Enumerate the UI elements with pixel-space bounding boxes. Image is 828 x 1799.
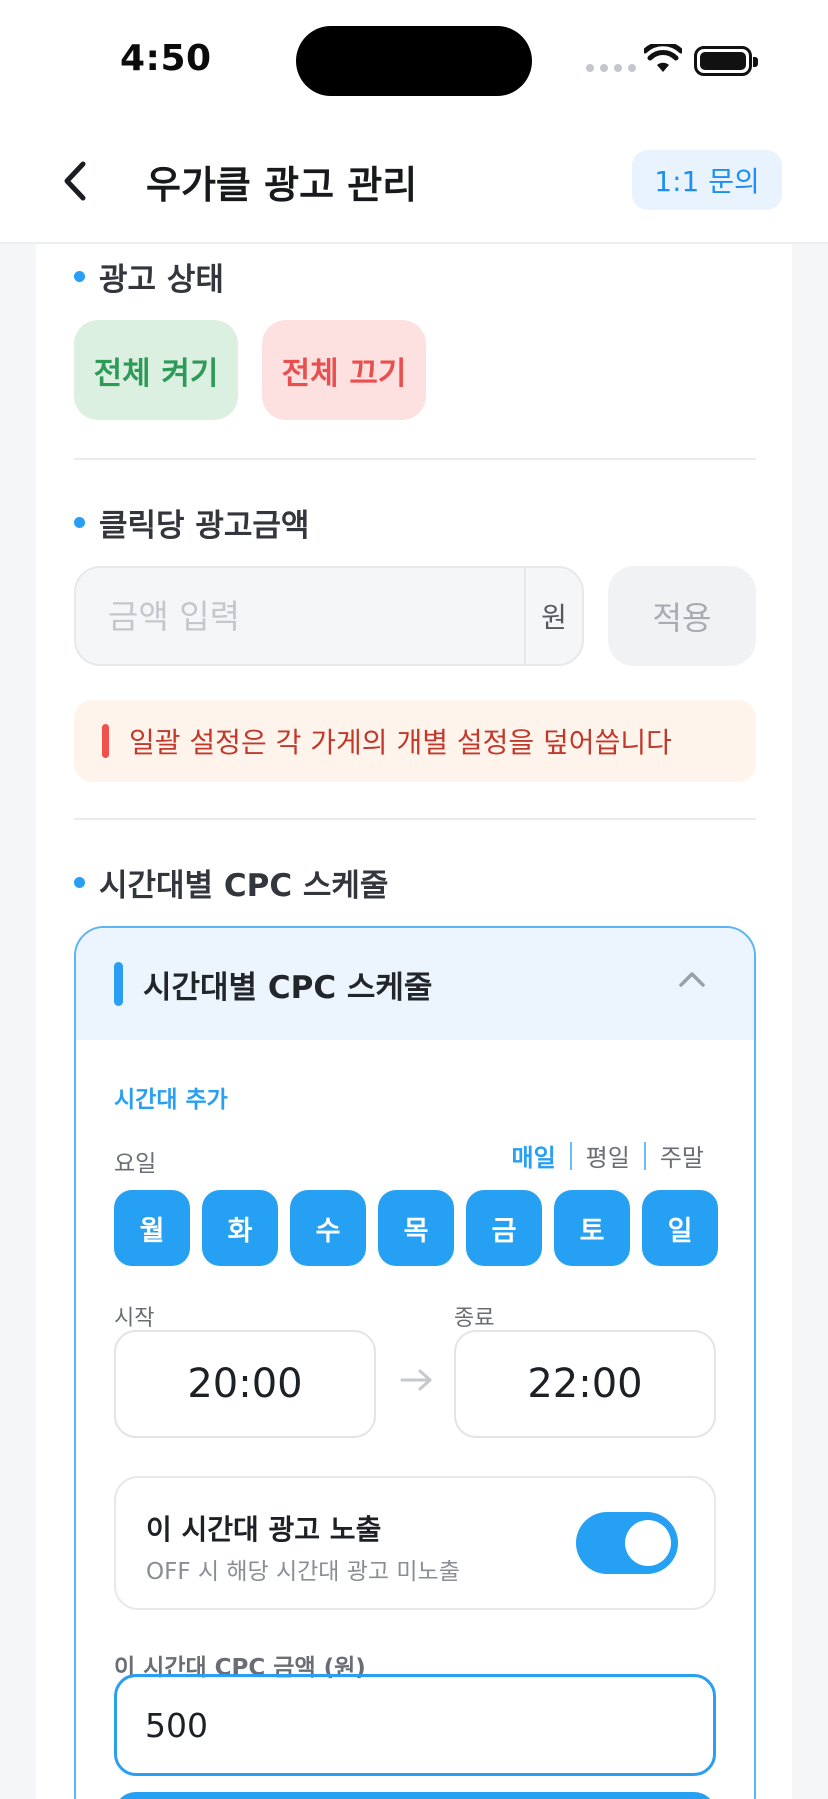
filter-separator	[569, 1141, 572, 1170]
chevron-left-icon	[64, 161, 86, 201]
notice-text: 일괄 설정은 각 가게의 개별 설정을 덮어씁니다	[129, 726, 672, 759]
end-time-picker[interactable]: 22:00	[454, 1330, 716, 1438]
start-label: 시작	[114, 1306, 155, 1331]
amount-field: 원	[74, 566, 584, 666]
day-selector: 월 화 수 목 금 토 일	[114, 1190, 718, 1266]
filter-separator	[643, 1141, 646, 1170]
slot-cpc-input[interactable]	[117, 1705, 713, 1745]
turn-all-on-button[interactable]: 전체 켜기	[74, 320, 238, 420]
schedule-panel-header[interactable]: 시간대별 CPC 스케줄	[76, 928, 754, 1040]
wifi-icon	[642, 41, 684, 78]
header-accent	[114, 962, 123, 1006]
app-header: 우가클 광고 관리 1:1 문의	[0, 120, 828, 244]
bullet-dot	[74, 877, 85, 888]
amount-input[interactable]	[76, 568, 524, 664]
day-label: 요일	[114, 1151, 157, 1177]
bullet-dot	[74, 271, 85, 282]
schedule-panel: 시간대별 CPC 스케줄 시간대 추가 요일 매일 평일 주말 월 화 수 목 …	[74, 926, 756, 1799]
toggle-knob	[625, 1520, 671, 1566]
add-time-slot-link[interactable]: 시간대 추가	[114, 1080, 228, 1114]
day-filter: 매일 평일 주말	[511, 1138, 704, 1173]
day-mon[interactable]: 월	[114, 1190, 190, 1266]
day-thu[interactable]: 목	[378, 1190, 454, 1266]
filter-daily[interactable]: 매일	[511, 1138, 555, 1173]
dynamic-island	[296, 26, 532, 96]
day-fri[interactable]: 금	[466, 1190, 542, 1266]
day-sat[interactable]: 토	[554, 1190, 630, 1266]
chevron-up-icon[interactable]	[678, 970, 706, 992]
end-label: 종료	[454, 1306, 495, 1331]
divider	[74, 458, 756, 460]
filter-weekdays[interactable]: 평일	[586, 1138, 630, 1173]
schedule-panel-title: 시간대별 CPC 스케줄	[143, 969, 433, 1006]
cpc-title: 클릭당 광고금액	[74, 500, 309, 545]
apply-button[interactable]: 적용	[608, 566, 756, 666]
schedule-section-title: 시간대별 CPC 스케줄	[74, 860, 388, 905]
turn-all-off-button[interactable]: 전체 끄기	[262, 320, 426, 420]
day-sun[interactable]: 일	[642, 1190, 718, 1266]
signal-icon	[586, 64, 636, 72]
exposure-subtitle: OFF 시 해당 시간대 광고 미노출	[146, 1559, 460, 1585]
slot-cpc-field	[114, 1674, 716, 1776]
ad-status-title: 광고 상태	[74, 254, 224, 299]
unit-label: 원	[524, 568, 582, 664]
day-tue[interactable]: 화	[202, 1190, 278, 1266]
divider	[74, 818, 756, 820]
inquiry-button[interactable]: 1:1 문의	[632, 150, 782, 210]
exposure-toggle-card: 이 시간대 광고 노출 OFF 시 해당 시간대 광고 미노출	[114, 1476, 716, 1610]
save-slot-button[interactable]	[114, 1792, 716, 1799]
status-time: 4:50	[120, 38, 212, 79]
start-time-picker[interactable]: 20:00	[114, 1330, 376, 1438]
notice-banner: 일괄 설정은 각 가게의 개별 설정을 덮어씁니다	[74, 700, 756, 782]
day-wed[interactable]: 수	[290, 1190, 366, 1266]
arrow-right-icon	[400, 1368, 434, 1396]
back-button[interactable]	[50, 156, 100, 206]
battery-icon	[694, 46, 758, 76]
page-title: 우가클 광고 관리	[146, 163, 418, 207]
status-bar: 4:50	[0, 0, 828, 120]
exposure-toggle[interactable]	[576, 1512, 678, 1574]
filter-weekend[interactable]: 주말	[660, 1138, 704, 1173]
exposure-title: 이 시간대 광고 노출	[146, 1513, 382, 1546]
bullet-dot	[74, 517, 85, 528]
notice-accent	[102, 724, 109, 758]
